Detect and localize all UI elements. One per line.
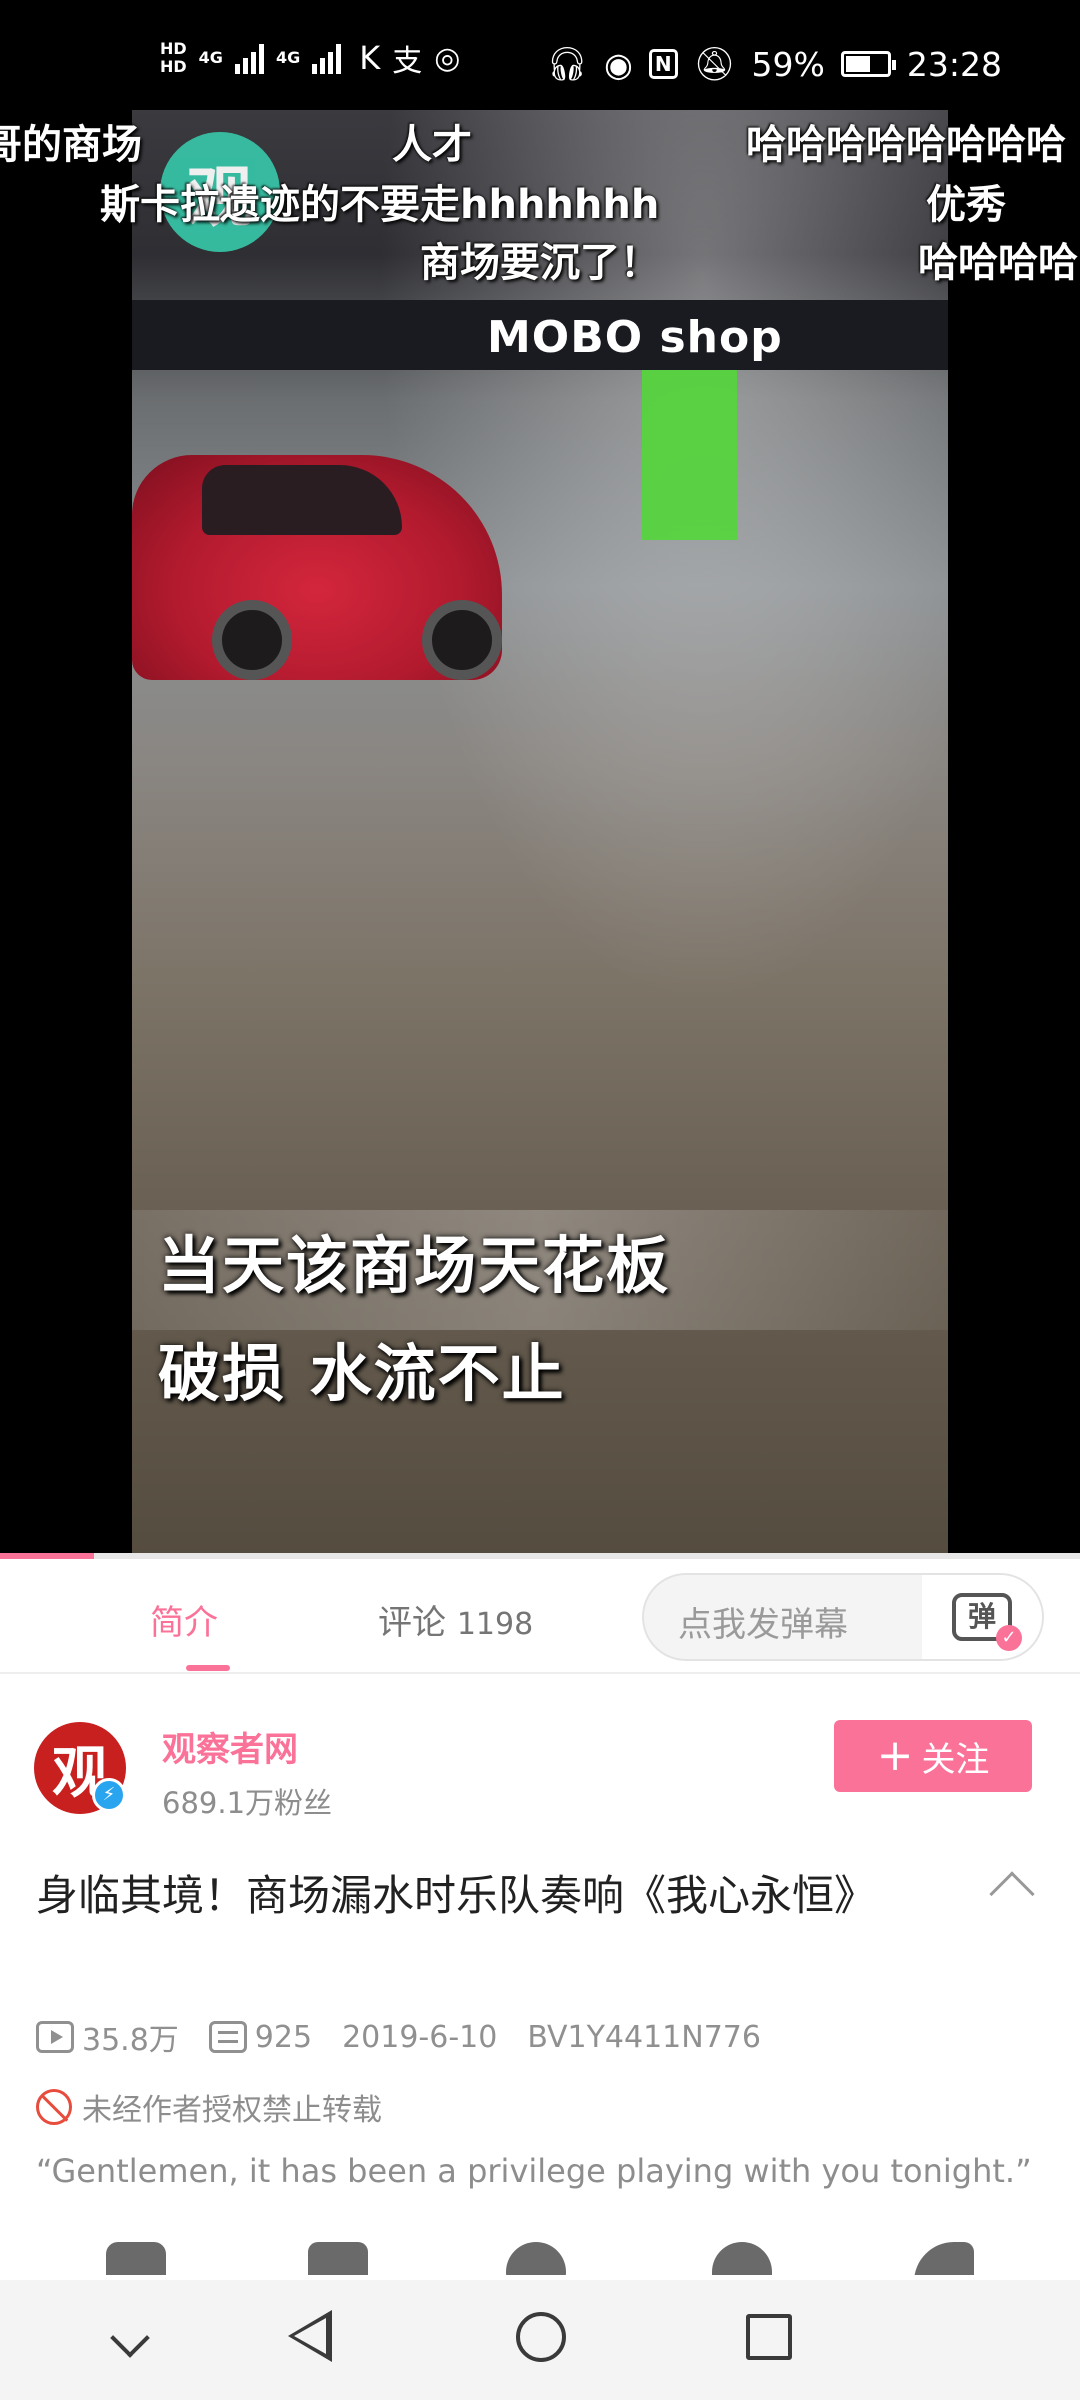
author-followers: 689.1万粉丝 — [162, 1786, 333, 1820]
video-title: 身临其境！商场漏水时乐队奏响《我心永恒》 — [36, 1871, 877, 1920]
tab-comments-count: 1198 — [456, 1607, 534, 1642]
view-count-value: 35.8万 — [82, 2023, 179, 2058]
battery-icon — [840, 51, 896, 77]
status-bar: HD HD 4G 4G K 支 ◎ 🎧︎ ◉ N 🔕︎ 59% 23:28 — [0, 0, 1080, 110]
publish-date: 2019-6-10 — [342, 2019, 498, 2055]
alipay-notification-icon: 支 — [392, 44, 423, 79]
danmaku-comment: 人才 — [392, 122, 472, 168]
signal-icon-2 — [312, 42, 342, 74]
app-notification-icon: K — [359, 39, 381, 77]
favorite-star-icon[interactable] — [712, 2242, 772, 2275]
detail-tab-bar: 简介 评论 1198 点我发弹幕 弹 ✓ — [0, 1559, 1080, 1674]
share-icon[interactable] — [914, 2242, 974, 2275]
chevron-up-icon[interactable] — [989, 1871, 1035, 1917]
danmaku-input-box[interactable]: 点我发弹幕 弹 ✓ — [642, 1573, 1044, 1661]
danmaku-count: 925 — [208, 2019, 313, 2055]
eye-comfort-icon: ◉ — [604, 44, 633, 84]
home-icon[interactable] — [516, 2312, 566, 2362]
danmaku-comment: 哈哈哈哈 — [918, 240, 1078, 286]
danmaku-comment: 哥的商场 — [0, 122, 142, 168]
car-wheel-rear — [422, 600, 502, 680]
car-window — [202, 465, 402, 535]
battery-percent: 59% — [751, 44, 825, 84]
store-sign-text: MOBO shop — [487, 312, 783, 363]
verified-icon: ⚡ — [92, 1778, 126, 1812]
plus-icon: + — [876, 1730, 914, 1781]
hd2-badge: HD — [160, 57, 187, 76]
danmaku-comment: 优秀 — [926, 182, 1006, 228]
coin-icon[interactable] — [506, 2242, 566, 2275]
danmaku-comment: 斯卡拉遗迹的不要走hhhhhhh — [100, 182, 660, 228]
signal-icon-1 — [234, 42, 264, 74]
status-right-icons: 🎧︎ ◉ N 🔕︎ 59% 23:28 — [546, 44, 1002, 84]
bv-id: BV1Y4411N776 — [527, 2019, 761, 2055]
danmaku-comment: 哈哈哈哈哈哈哈哈 — [746, 122, 1066, 168]
mute-bell-icon: 🔕︎ — [693, 44, 736, 83]
play-count-icon — [36, 2021, 74, 2053]
action-row — [0, 2230, 1080, 2275]
follow-button[interactable]: + 关注 — [834, 1720, 1032, 1792]
like-icon[interactable] — [106, 2242, 166, 2275]
danmaku-comment: 商场要沉了！ — [420, 240, 660, 286]
danmaku-input-placeholder[interactable]: 点我发弹幕 — [678, 1597, 848, 1646]
battery-level-fill — [845, 56, 870, 72]
dislike-icon[interactable] — [308, 2242, 368, 2275]
chevron-down-icon[interactable] — [110, 2318, 150, 2358]
tab-comments[interactable]: 评论 1198 — [378, 1595, 533, 1644]
video-subtitle-line2: 破损 水流不止 — [158, 1337, 566, 1410]
view-count: 35.8万 — [36, 2015, 179, 2059]
tab-intro[interactable]: 简介 — [150, 1595, 218, 1644]
video-description: “Gentlemen, it has been a privilege play… — [36, 2152, 1032, 2190]
hd-badges: HD HD — [160, 40, 187, 76]
network-type-1: 4G — [198, 48, 223, 67]
follow-button-label: 关注 — [921, 1739, 990, 1780]
hd1-badge: HD — [160, 39, 187, 58]
active-tab-indicator — [186, 1665, 230, 1671]
back-icon[interactable] — [288, 2310, 332, 2362]
video-subtitle-line1: 当天该商场天花板 — [158, 1229, 671, 1302]
video-player[interactable]: MOBO shop 观 当天该商场天花板 破损 水流不止 哥的商场 人才 哈哈哈… — [0, 110, 1080, 1555]
clock: 23:28 — [906, 44, 1002, 84]
danmaku-tv-icon: 弹 ✓ — [952, 1593, 1022, 1651]
danmaku-button-glyph: 弹 — [967, 1600, 996, 1633]
video-stats: 35.8万 925 2019-6-10 BV1Y4411N776 — [36, 2015, 791, 2059]
danmaku-count-value: 925 — [254, 2019, 313, 2055]
headphones-icon: 🎧︎ — [546, 44, 589, 83]
danmaku-count-icon — [208, 2021, 247, 2053]
car-wheel-front — [212, 600, 292, 680]
nfc-icon: N — [648, 49, 678, 79]
copyright-notice: 未经作者授权禁止转载 — [36, 2085, 382, 2129]
check-icon: ✓ — [996, 1625, 1022, 1651]
store-green-wall — [642, 370, 737, 540]
prohibited-icon — [36, 2089, 72, 2125]
copyright-notice-text: 未经作者授权禁止转载 — [82, 2093, 382, 2128]
status-left-icons: HD HD 4G 4G K 支 ◎ — [160, 36, 460, 80]
tab-comments-label: 评论 — [378, 1603, 446, 1643]
author-name[interactable]: 观察者网 — [162, 1722, 298, 1771]
recent-apps-icon[interactable] — [746, 2314, 792, 2360]
danmaku-toggle-button[interactable]: 弹 ✓ — [922, 1575, 1042, 1659]
location-notification-icon: ◎ — [434, 40, 461, 76]
system-nav-bar — [0, 2280, 1080, 2400]
network-type-2: 4G — [275, 48, 301, 67]
